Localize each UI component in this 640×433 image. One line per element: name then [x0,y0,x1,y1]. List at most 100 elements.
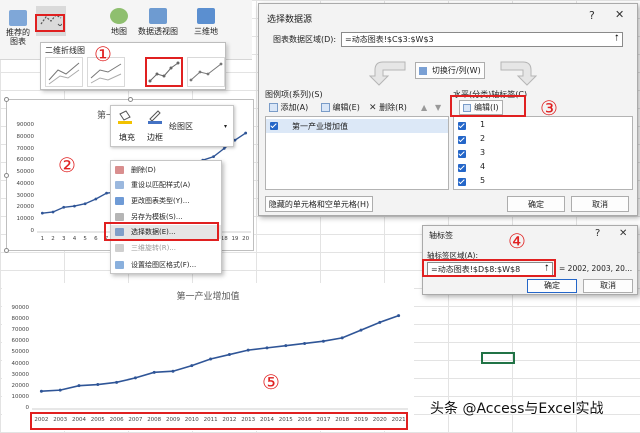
template-icon [115,213,124,221]
data-point [397,314,401,318]
chart-area-select[interactable]: 绘图区 ▾ [167,121,229,133]
list-item[interactable]: 5 [454,175,632,189]
series-line [41,314,399,393]
chart-area-select-value: 绘图区 [169,122,193,131]
move-down-icon[interactable]: ▼ [435,102,441,114]
data-point [209,357,213,361]
list-item[interactable]: 第一产业增加值 [266,119,448,133]
menu-item-change-chart-type[interactable]: 更改图表类型(Y)... [111,194,221,208]
axis-label-value: 5 [480,176,486,185]
help-icon[interactable]: ? [595,228,600,239]
move-up-icon[interactable]: ▲ [421,102,427,114]
data-point [212,155,215,159]
list-item[interactable]: 2 [454,133,632,147]
step-3-marker: ③ [540,96,558,120]
close-icon[interactable]: ✕ [619,228,627,239]
ok-button[interactable]: 确定 [527,279,577,293]
resize-handle[interactable] [4,248,9,253]
data-point [115,380,119,384]
stacked-markers-thumb[interactable] [187,57,225,87]
resize-handle[interactable] [4,97,9,102]
menu-item-label: 重设以匹配样式(A) [131,181,191,189]
pivot-chart-button[interactable]: 数据透视图 [136,8,180,37]
help-icon[interactable]: ? [589,9,595,22]
data-point [284,344,288,348]
series-header: 图例项(系列)(S) [265,90,323,99]
recommended-chart-button[interactable]: 推荐的 图表 [4,10,32,46]
data-point [340,336,344,340]
chart-2-plot [32,314,408,410]
dialog-title: 选择数据源 [267,15,313,25]
add-series-button[interactable]: 添加(A) [269,102,308,114]
data-point [303,341,307,345]
list-item[interactable]: 3 [454,147,632,161]
delete-icon [115,166,124,174]
3d-map-icon [197,8,215,24]
highlight-edit-axis [450,95,526,117]
chart-range-value: =动态图表!$C$3:$W$3 [345,35,434,44]
data-point [62,205,66,209]
cancel-button[interactable]: 取消 [583,279,633,293]
menu-item-delete[interactable]: 删除(D) [111,163,221,177]
3d-map-button[interactable]: 三维地 [188,8,224,37]
border-label[interactable]: 边框 [147,132,163,143]
axis-label-checkbox[interactable] [458,136,466,144]
data-point [77,384,81,388]
map-button[interactable]: 地图 [108,8,130,37]
axis-label-checkbox[interactable] [458,150,466,158]
data-point [265,346,269,350]
step-2-marker: ② [58,153,76,177]
fill-label[interactable]: 填充 [119,132,135,143]
highlight-select-data [104,222,219,241]
edit-series-button[interactable]: 编辑(E) [321,102,360,114]
axis-label-checkbox[interactable] [458,164,466,172]
collapse-arrow-icon[interactable]: ⭡ [615,33,619,46]
switch-row-column-button[interactable]: 切换行/列(W) [415,62,485,79]
resize-handle[interactable] [128,97,133,102]
data-point [359,328,363,332]
data-point [83,202,87,206]
cancel-button[interactable]: 取消 [571,196,629,212]
menu-item-reset-style[interactable]: 重设以匹配样式(A) [111,178,221,192]
data-point [227,353,231,357]
outline-pen-icon[interactable] [147,110,163,124]
fill-bucket-icon[interactable] [117,110,133,124]
line-chart-gallery: 二维折线图 [40,42,226,90]
hidden-empty-cells-button[interactable]: 隐藏的单元格和空单元格(H) [265,196,373,212]
edit-series-label: 编辑(E) [332,103,360,112]
recommended-chart-label: 推荐的 图表 [6,28,30,46]
data-point [39,389,43,393]
list-item[interactable]: 4 [454,161,632,175]
series-checkbox[interactable] [270,122,278,130]
data-point [105,191,108,195]
list-item[interactable]: 1 [454,119,632,133]
series-name: 第一产业增加值 [292,122,348,131]
switch-icon [419,66,428,75]
delete-series-button[interactable]: ✕ 删除(R) [369,102,407,114]
axis-label-value: 1 [480,120,486,129]
axis-label-checkbox[interactable] [458,178,466,186]
selected-cell[interactable] [481,352,515,364]
reset-style-icon [115,181,124,189]
edit-icon [321,103,330,112]
axis-preview: = 2002, 2003, 20... [559,264,633,273]
format-mini-toolbar: 填充 边框 绘图区 ▾ [110,105,234,147]
chart-range-field[interactable]: =动态图表!$C$3:$W$3 ⭡ [341,32,623,47]
ok-button[interactable]: 确定 [507,196,565,212]
add-icon [269,103,278,112]
axis-label-value: 4 [480,162,486,171]
line-icon [48,62,80,85]
menu-item-format-plot-area[interactable]: 设置绘图区格式(F)... [111,258,221,272]
data-point [58,388,62,392]
menu-item-label: 三维旋转(R)... [131,244,177,252]
stacked-markers-icon [189,62,223,82]
data-point [94,197,98,201]
line-markers-thumb[interactable] [145,57,183,87]
chart-2[interactable]: 第一产业增加值 90000 80000 70000 60000 50000 40000 30… [2,283,414,431]
delete-series-label: 删除(R) [379,103,407,112]
axis-label-checkbox[interactable] [458,122,466,130]
resize-handle[interactable] [4,173,9,178]
pivot-chart-icon [149,8,167,24]
close-icon[interactable]: ✕ [615,8,624,21]
line-thumb-1[interactable] [45,57,83,87]
